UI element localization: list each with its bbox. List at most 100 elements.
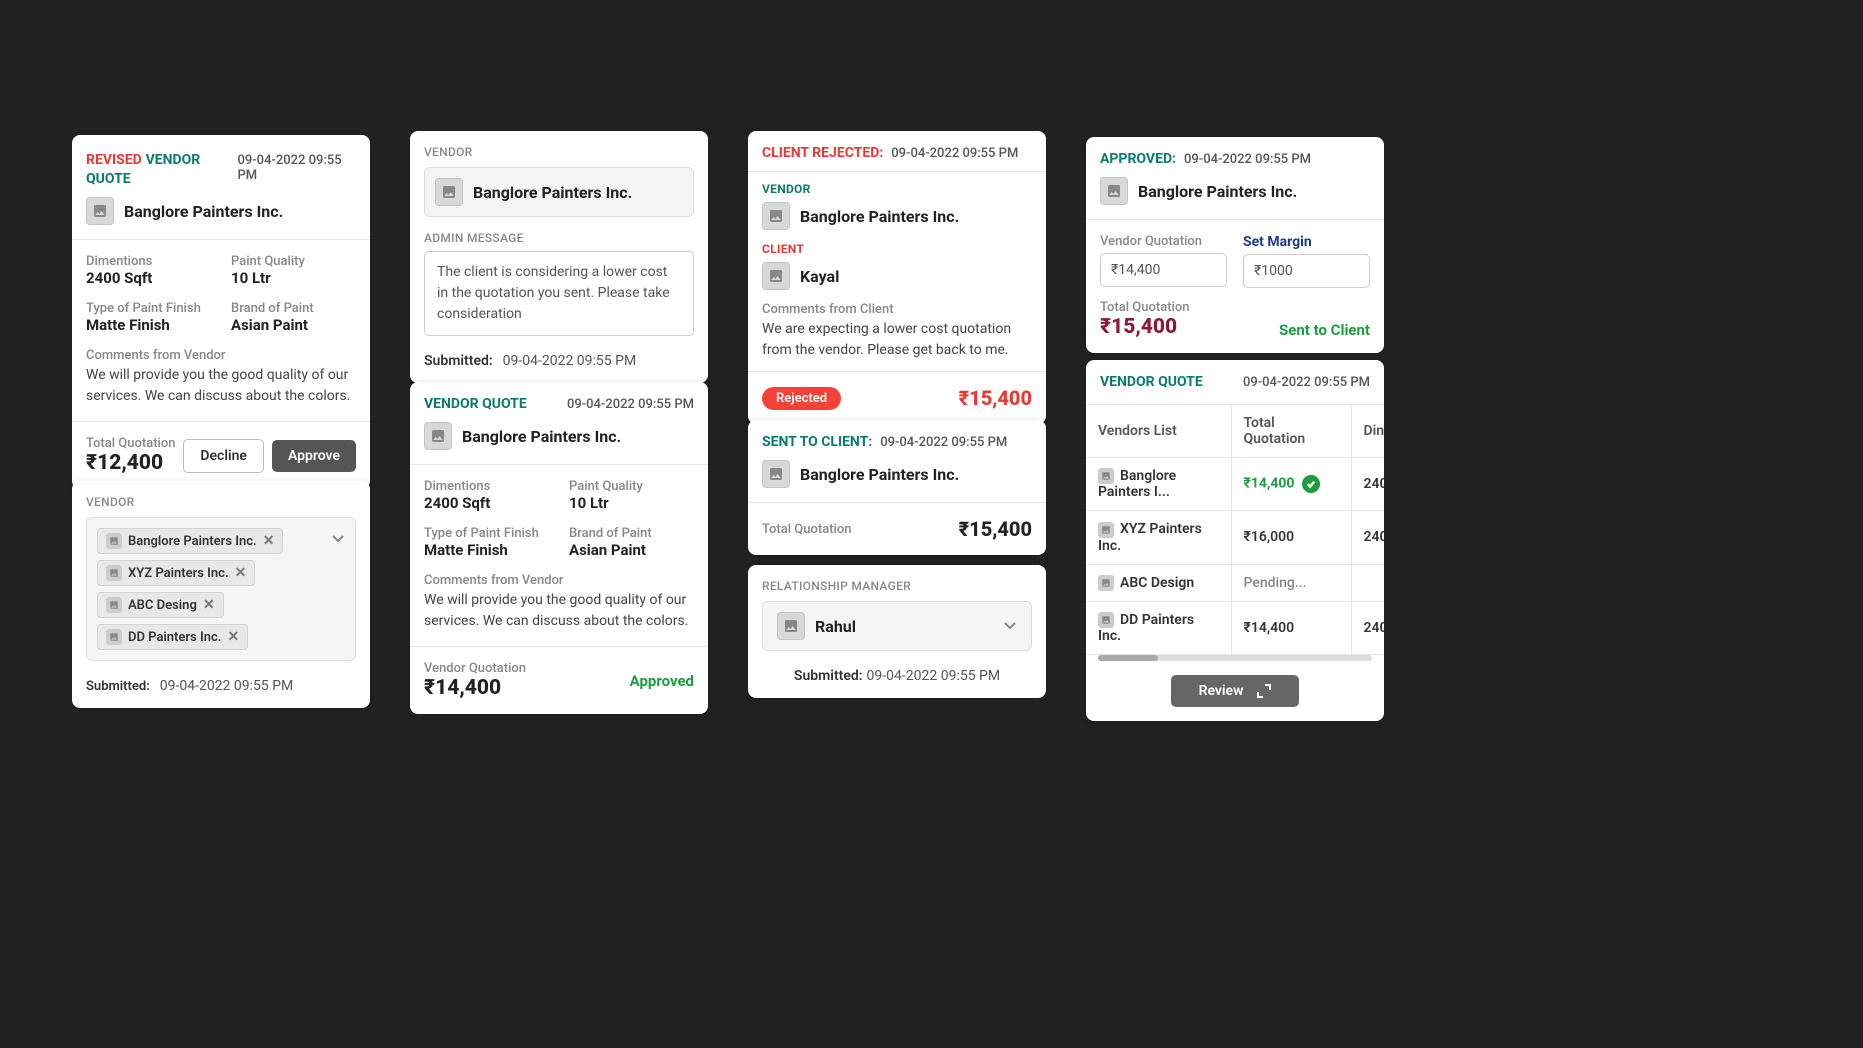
table-row[interactable]: Banglore Painters I...₹14,400240 (1086, 458, 1384, 511)
comments-vendor-text: We will provide you the good quality of … (86, 365, 356, 407)
relationship-manager-label: RELATIONSHIP MANAGER (762, 579, 1032, 593)
vendor-quotation-label: Vendor Quotation (1100, 234, 1227, 249)
remove-chip-icon[interactable]: ✕ (228, 630, 240, 644)
vendor-section-label: VENDOR (762, 182, 1032, 196)
sent-to-client-card: SENT TO CLIENT: 09-04-2022 09:55 PM Bang… (748, 420, 1046, 555)
comments-client-text: We are expecting a lower cost quotation … (762, 319, 1032, 361)
horizontal-scrollbar[interactable] (1098, 655, 1372, 661)
total-quotation-label: Total Quotation (86, 436, 175, 451)
vendor-quotation-input[interactable] (1100, 253, 1227, 287)
card-title: REVISED VENDOR QUOTE (86, 149, 237, 187)
manager-avatar-icon (777, 612, 805, 640)
vendor-avatar-icon (762, 202, 790, 230)
total-quotation-value: ₹15,400 (959, 517, 1032, 541)
paint-quality-label: Paint Quality (231, 254, 356, 269)
paint-finish-value: Matte Finish (86, 316, 211, 334)
dimensions-label: Dimentions (424, 479, 549, 494)
dimensions-label: Dimentions (86, 254, 211, 269)
vendor-name: Banglore Painters Inc. (1138, 182, 1297, 201)
vendor-quotation-value: ₹14,400 (424, 676, 526, 700)
vendor-chip-icon (106, 533, 122, 549)
total-quotation-value: ₹12,400 (86, 451, 175, 475)
paint-quality-label: Paint Quality (569, 479, 694, 494)
vendor-chip: XYZ Painters Inc. ✕ (97, 560, 255, 586)
paint-finish-label: Type of Paint Finish (424, 526, 549, 541)
decline-button[interactable]: Decline (183, 439, 264, 473)
vendor-multiselect[interactable]: Banglore Painters Inc. ✕ XYZ Painters In… (86, 517, 356, 661)
submitted-value: 09-04-2022 09:55 PM (867, 668, 1001, 684)
paint-finish-value: Matte Finish (424, 541, 549, 559)
comments-vendor-label: Comments from Vendor (424, 573, 694, 588)
status-approved: Approved (630, 672, 694, 690)
col-dimensions: Din (1351, 405, 1384, 458)
submitted-label: Submitted: (424, 353, 493, 369)
paint-finish-label: Type of Paint Finish (86, 301, 211, 316)
vendor-selector[interactable]: Banglore Painters Inc. (424, 167, 694, 217)
vendor-chip-icon (106, 565, 122, 581)
timestamp: 09-04-2022 09:55 PM (1184, 152, 1311, 167)
vendor-select-card: VENDOR Banglore Painters Inc. ✕ XYZ Pain… (72, 481, 370, 708)
submitted-label: Submitted: (794, 668, 863, 684)
margin-input[interactable] (1243, 254, 1370, 288)
remove-chip-icon[interactable]: ✕ (235, 566, 247, 580)
timestamp: 09-04-2022 09:55 PM (880, 435, 1007, 450)
review-button[interactable]: Review (1171, 675, 1300, 707)
table-row[interactable]: ABC DesignPending... (1086, 564, 1384, 601)
admin-message-input[interactable]: The client is considering a lower cost i… (424, 251, 694, 336)
approve-button[interactable]: Approve (272, 440, 356, 472)
paint-brand-value: Asian Paint (569, 541, 694, 559)
submitted-label: Submitted: (86, 679, 150, 694)
col-total-quotation: Total Quotation (1231, 405, 1351, 458)
dimensions-value: 2400 Sqft (86, 269, 211, 287)
vendor-name: Banglore Painters Inc. (124, 202, 283, 221)
paint-quality-value: 10 Ltr (569, 494, 694, 512)
timestamp: 09-04-2022 09:55 PM (1243, 375, 1370, 390)
vendor-avatar-icon (424, 422, 452, 450)
table-row[interactable]: XYZ Painters Inc.₹16,000240 (1086, 511, 1384, 564)
table-row[interactable]: DD Painters Inc.₹14,400240 (1086, 601, 1384, 654)
vendor-quote-card: VENDOR QUOTE 09-04-2022 09:55 PM Banglor… (410, 382, 708, 714)
revised-vendor-quote-card: REVISED VENDOR QUOTE 09-04-2022 09:55 PM… (72, 135, 370, 489)
rejected-amount: ₹15,400 (959, 386, 1032, 410)
dimensions-value: 2400 Sqft (424, 494, 549, 512)
paint-brand-label: Brand of Paint (231, 301, 356, 316)
client-rejected-card: CLIENT REJECTED: 09-04-2022 09:55 PM VEN… (748, 131, 1046, 424)
col-vendors-list: Vendors List (1086, 405, 1231, 458)
timestamp: 09-04-2022 09:55 PM (237, 153, 356, 183)
chevron-down-icon[interactable] (331, 532, 345, 546)
vendor-section-label: VENDOR (424, 145, 694, 159)
approved-margin-card: APPROVED: 09-04-2022 09:55 PM Banglore P… (1086, 137, 1384, 353)
vendor-section-label: VENDOR (86, 495, 356, 509)
remove-chip-icon[interactable]: ✕ (263, 534, 275, 548)
vendor-chip: ABC Desing ✕ (97, 592, 224, 618)
comments-client-label: Comments from Client (762, 302, 1032, 317)
total-quotation-label: Total Quotation (1100, 300, 1189, 315)
comments-vendor-label: Comments from Vendor (86, 348, 356, 363)
chevron-down-icon (1003, 619, 1017, 633)
manager-select[interactable]: Rahul (762, 601, 1032, 651)
client-avatar-icon (762, 262, 790, 290)
expand-icon (1257, 684, 1271, 698)
vendor-name: Banglore Painters Inc. (800, 207, 959, 226)
admin-message-label: ADMIN MESSAGE (424, 231, 694, 245)
total-quotation-value: ₹15,400 (1100, 315, 1189, 339)
vendors-table: Vendors List Total Quotation Din Banglor… (1086, 404, 1384, 661)
vendor-avatar-icon (762, 460, 790, 488)
status-sent: Sent to Client (1279, 321, 1370, 339)
vendor-avatar-icon (1100, 177, 1128, 205)
remove-chip-icon[interactable]: ✕ (203, 598, 215, 612)
vendor-chip: DD Painters Inc. ✕ (97, 624, 248, 650)
card-title: APPROVED: (1100, 151, 1176, 167)
relationship-manager-card: RELATIONSHIP MANAGER Rahul Submitted: 09… (748, 565, 1046, 698)
review-button-label: Review (1199, 683, 1244, 699)
paint-quality-value: 10 Ltr (231, 269, 356, 287)
card-title: SENT TO CLIENT: (762, 434, 872, 450)
vendor-chip-icon (106, 597, 122, 613)
client-section-label: CLIENT (762, 242, 1032, 256)
card-title: VENDOR QUOTE (424, 396, 527, 412)
vendor-quote-table-card: VENDOR QUOTE 09-04-2022 09:55 PM Vendors… (1086, 360, 1384, 721)
vendor-chip: Banglore Painters Inc. ✕ (97, 528, 283, 554)
set-margin-label: Set Margin (1243, 234, 1370, 250)
total-quotation-label: Total Quotation (762, 522, 851, 537)
submitted-value: 09-04-2022 09:55 PM (503, 353, 637, 369)
